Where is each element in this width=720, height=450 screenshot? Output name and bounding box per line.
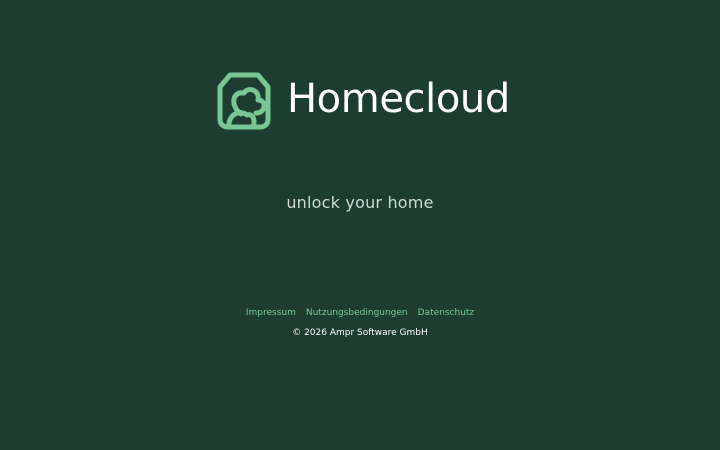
terms-of-use-link[interactable]: Nutzungsbedingungen <box>306 307 408 319</box>
brand-lockup: Homecloud <box>217 69 510 131</box>
house-cloud-icon <box>217 72 271 130</box>
impressum-link[interactable]: Impressum <box>246 307 296 319</box>
copyright-notice: © 2026 Ampr Software GmbH <box>292 328 428 338</box>
landing-page: Homecloud unlock your home Impressum Nut… <box>0 0 720 450</box>
privacy-policy-link[interactable]: Datenschutz <box>418 307 475 319</box>
app-name: Homecloud <box>287 76 510 122</box>
tagline: unlock your home <box>286 193 434 212</box>
footer-links: Impressum Nutzungsbedingungen Datenschut… <box>0 307 720 319</box>
